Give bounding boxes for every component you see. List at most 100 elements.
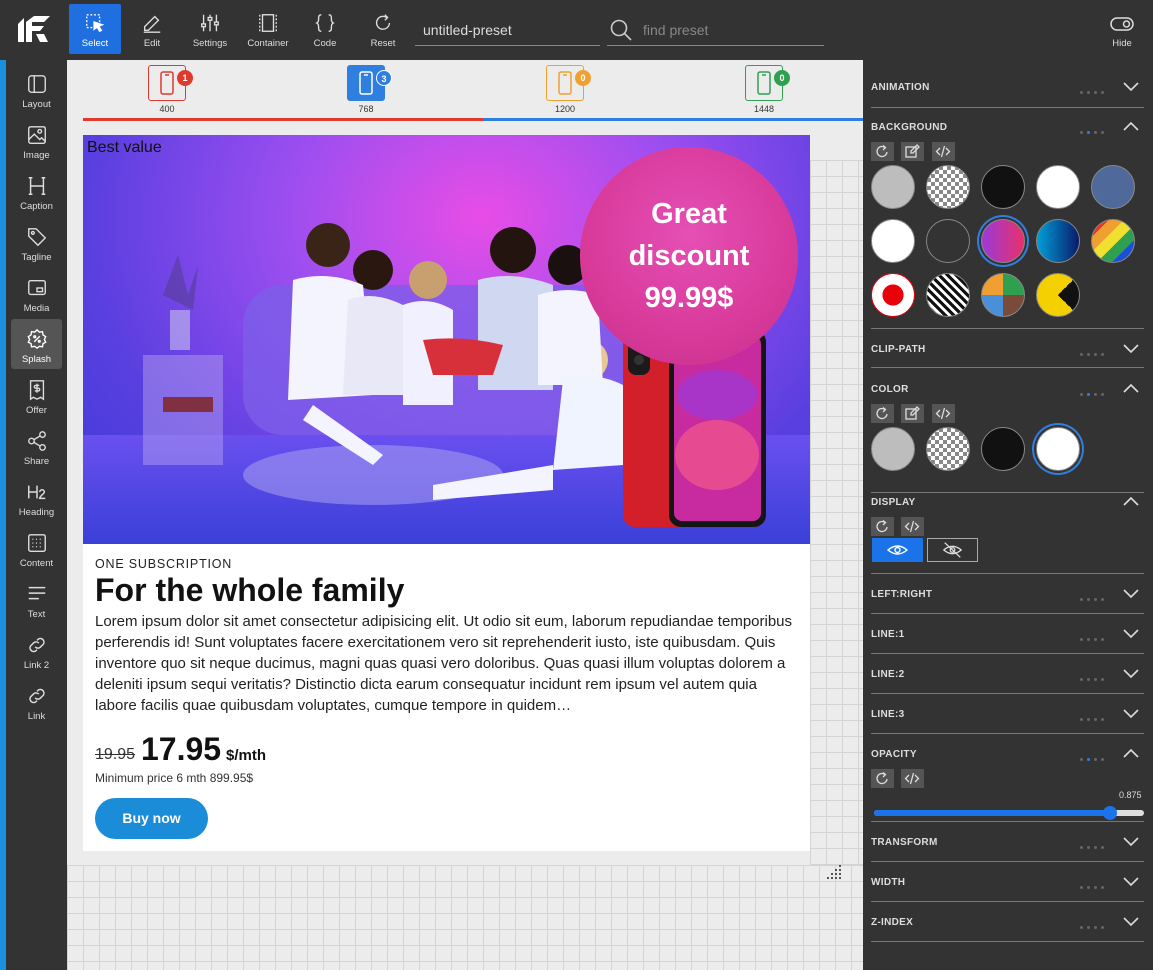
swatch-white-outline[interactable] — [871, 219, 915, 263]
swatch-red-dot[interactable] — [871, 273, 915, 317]
breakpoint-dots — [1080, 671, 1108, 689]
swatch-rainbow[interactable] — [1091, 219, 1135, 263]
chevron-down-icon[interactable] — [1122, 79, 1140, 93]
sidebar-item-label: Splash — [21, 354, 52, 365]
swatch-black[interactable] — [981, 165, 1025, 209]
swatch-conic[interactable] — [981, 273, 1025, 317]
swatch-stripes[interactable] — [926, 273, 970, 317]
sidebar-item-heading[interactable]: Heading — [11, 472, 62, 522]
swatch-dark[interactable] — [926, 219, 970, 263]
swatch-pacman[interactable] — [1036, 273, 1080, 317]
code-button[interactable] — [931, 142, 955, 161]
chevron-down-icon[interactable] — [1122, 341, 1140, 355]
display-visible-button[interactable] — [872, 538, 923, 562]
sidebar-item-tagline[interactable]: Tagline — [11, 217, 62, 267]
opacity-slider-thumb[interactable] — [1103, 806, 1117, 820]
container-tool-button[interactable]: Container — [242, 4, 294, 54]
editor-canvas: 1 400 3 768 0 1200 0 1448 Best value Gre… — [67, 60, 863, 970]
sidebar-item-link-2[interactable]: Link 2 — [11, 625, 62, 675]
display-hidden-button[interactable] — [927, 538, 978, 562]
swatch-gray[interactable] — [871, 165, 915, 209]
sidebar-item-share[interactable]: Share — [11, 421, 62, 471]
section-transform[interactable]: TRANSFORM — [871, 837, 1144, 862]
code-button[interactable] — [901, 769, 925, 788]
swatch-transparent[interactable] — [926, 165, 970, 209]
swatch-black[interactable] — [981, 427, 1025, 471]
section-line-1[interactable]: LINE:1 — [871, 629, 1144, 654]
breakpoint-label: 768 — [358, 104, 374, 114]
chevron-up-icon[interactable] — [1122, 381, 1140, 395]
resize-handle-icon[interactable] — [823, 863, 843, 883]
hide-button[interactable]: Hide — [1100, 4, 1144, 54]
chevron-up-icon[interactable] — [1122, 494, 1140, 508]
breakpoint-label: 1448 — [753, 104, 775, 114]
swatch-gray[interactable] — [871, 427, 915, 471]
chevron-down-icon[interactable] — [1122, 666, 1140, 680]
opacity-slider[interactable] — [874, 806, 1144, 820]
swatch-transparent[interactable] — [926, 427, 970, 471]
chevron-down-icon[interactable] — [1122, 834, 1140, 848]
section-line-2[interactable]: LINE:2 — [871, 669, 1144, 694]
section-line-3[interactable]: LINE:3 — [871, 709, 1144, 734]
sidebar-item-media[interactable]: Media — [11, 268, 62, 318]
heading: For the whole family — [95, 572, 405, 608]
swatch-gradient-blue[interactable] — [1036, 219, 1080, 263]
sidebar-item-label: Heading — [18, 507, 55, 518]
reset-tool-button[interactable]: Reset — [357, 4, 409, 54]
opacity-slider-fill — [874, 810, 1110, 816]
chevron-down-icon[interactable] — [1122, 706, 1140, 720]
breakpoint-dots — [1080, 346, 1108, 364]
chevron-down-icon[interactable] — [1122, 626, 1140, 640]
sidebar-item-caption[interactable]: Caption — [11, 166, 62, 216]
code-tool-button[interactable]: Code — [299, 4, 351, 54]
section-clip-path[interactable]: CLIP-PATH — [871, 344, 1144, 368]
swatch-white-selected[interactable] — [1036, 427, 1080, 471]
swatch-gradient-pink-selected[interactable] — [981, 219, 1025, 263]
sidebar-item-link[interactable]: Link — [11, 676, 62, 726]
offer-icon — [29, 380, 44, 401]
buy-now-button[interactable]: Buy now — [95, 798, 208, 839]
chevron-down-icon[interactable] — [1122, 874, 1140, 888]
reset-button[interactable] — [871, 142, 894, 161]
opacity-value: 0.875 — [1119, 790, 1142, 800]
select-tool-button[interactable]: Select — [69, 4, 121, 54]
edit-tool-button[interactable]: Edit — [126, 4, 178, 54]
reset-button[interactable] — [871, 517, 894, 536]
breakpoint-dots — [1080, 631, 1108, 649]
sidebar-item-label: Caption — [20, 201, 53, 212]
sidebar-item-layout[interactable]: Layout — [11, 64, 62, 114]
chevron-up-icon[interactable] — [1122, 746, 1140, 760]
hero-image[interactable]: Best value Great discount 99.99$ — [83, 135, 810, 544]
chevron-down-icon[interactable] — [1122, 914, 1140, 928]
breakpoint-768[interactable]: 3 768 — [341, 65, 392, 114]
sidebar-item-image[interactable]: Image — [11, 115, 62, 165]
sidebar-item-splash[interactable]: Splash — [11, 319, 62, 369]
section-z-index[interactable]: Z-INDEX — [871, 917, 1144, 942]
sidebar-item-content[interactable]: Content — [11, 523, 62, 573]
breakpoint-400[interactable]: 1 400 — [142, 65, 193, 114]
chevron-down-icon[interactable] — [1122, 586, 1140, 600]
code-button[interactable] — [931, 404, 955, 423]
section-animation[interactable]: ANIMATION — [871, 82, 1144, 108]
section-opacity: OPACITY 0.875 — [871, 746, 1144, 822]
breakpoint-1448[interactable]: 0 1448 — [739, 65, 790, 114]
chevron-up-icon[interactable] — [1122, 119, 1140, 133]
code-button[interactable] — [901, 517, 925, 536]
search-input[interactable]: find preset — [643, 22, 708, 38]
settings-tool-button[interactable]: Settings — [184, 4, 236, 54]
breakpoint-1200[interactable]: 0 1200 — [540, 65, 591, 114]
edit-button[interactable] — [901, 142, 925, 161]
preset-search[interactable]: find preset — [607, 18, 824, 46]
section-left-right[interactable]: LEFT:RIGHT — [871, 589, 1144, 614]
sidebar-item-offer[interactable]: Offer — [11, 370, 62, 420]
top-toolbar: Select Edit Settings Container Code Rese… — [0, 0, 1153, 60]
preview-card[interactable]: Best value Great discount 99.99$ ONE SUB… — [83, 135, 810, 851]
edit-button[interactable] — [901, 404, 925, 423]
swatch-slate-blue[interactable] — [1091, 165, 1135, 209]
swatch-white[interactable] — [1036, 165, 1080, 209]
reset-button[interactable] — [871, 769, 894, 788]
sidebar-item-text[interactable]: Text — [11, 574, 62, 624]
section-width[interactable]: WIDTH — [871, 877, 1144, 902]
reset-button[interactable] — [871, 404, 894, 423]
preset-name-input[interactable]: untitled-preset — [415, 18, 600, 46]
